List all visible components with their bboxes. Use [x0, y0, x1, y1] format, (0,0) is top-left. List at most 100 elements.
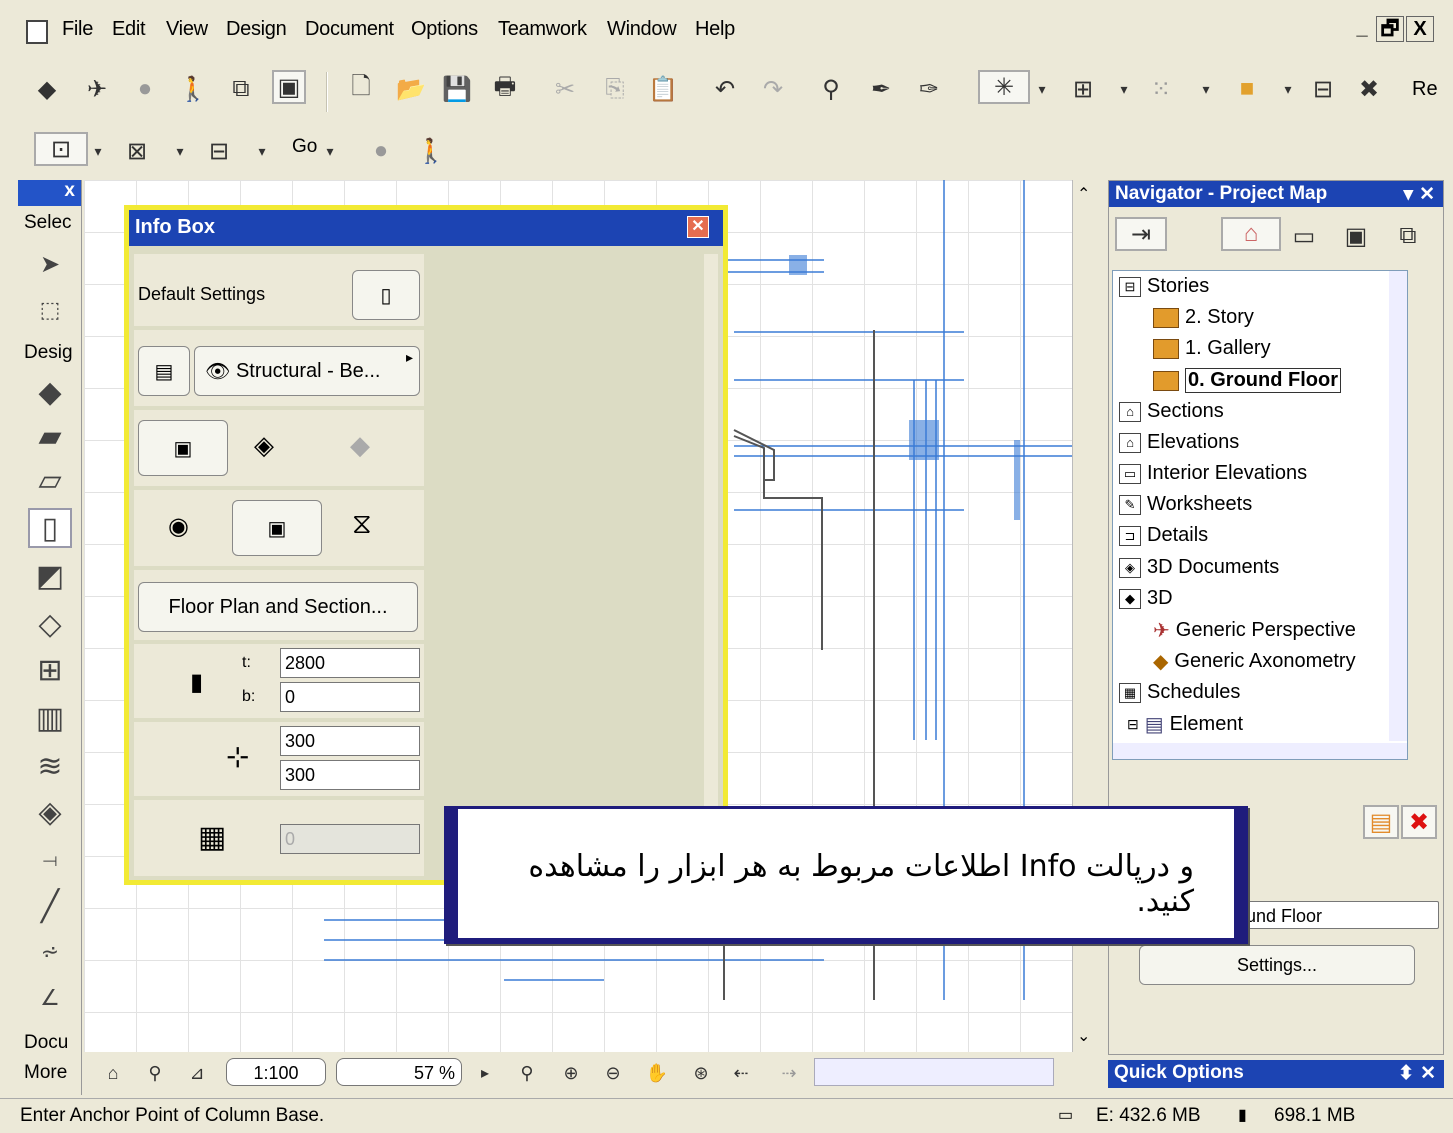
- top-offset-input[interactable]: 2800: [280, 648, 420, 678]
- eyedropper-icon[interactable]: ✒: [864, 72, 898, 106]
- construction-grid-icon[interactable]: ⁙: [1144, 72, 1178, 106]
- layer-selector[interactable]: 👁 Structural - Be... ▸: [194, 346, 420, 396]
- anchor-slant-icon[interactable]: ◆: [350, 430, 370, 461]
- arrow-tool-icon[interactable]: ➤: [28, 244, 72, 284]
- menu-help[interactable]: Help: [695, 18, 735, 41]
- tree-item-stories[interactable]: ⊟ Stories: [1119, 275, 1209, 298]
- slab-tool-icon[interactable]: ▰: [28, 416, 72, 456]
- menu-file[interactable]: File: [62, 18, 93, 41]
- stair-tool-icon[interactable]: ≋: [28, 746, 72, 786]
- menu-teamwork[interactable]: Teamwork: [498, 18, 587, 41]
- 3d-box-icon[interactable]: ◆: [30, 72, 64, 106]
- toolbox-close[interactable]: x: [18, 180, 81, 206]
- tree-item-generic-axonometry[interactable]: ◆ Generic Axonometry: [1153, 649, 1356, 674]
- menu-design[interactable]: Design: [226, 18, 287, 41]
- tree-item-3d-documents[interactable]: ◈ 3D Documents: [1119, 556, 1279, 579]
- app-menu-icon[interactable]: [26, 20, 48, 44]
- paste-view-icon[interactable]: ▣: [272, 70, 306, 104]
- tree-item-details[interactable]: ⊐ Details: [1119, 524, 1208, 547]
- column-settings-button[interactable]: ▯: [352, 270, 420, 320]
- menu-window[interactable]: Window: [607, 18, 677, 41]
- open-file-icon[interactable]: 📂: [394, 72, 428, 106]
- settings-button[interactable]: Settings...: [1139, 945, 1415, 985]
- tree-item-schedules[interactable]: ▦ Schedules: [1119, 681, 1240, 704]
- go-menu[interactable]: Go: [292, 136, 317, 158]
- tree-item-gallery[interactable]: 1. Gallery: [1153, 337, 1271, 360]
- next-zoom-icon[interactable]: ⇢: [772, 1056, 806, 1090]
- zoom-window-icon[interactable]: ⚲: [138, 1056, 172, 1090]
- mesh-tool-icon[interactable]: ◈: [28, 792, 72, 832]
- tree-vertical-scrollbar[interactable]: [1389, 271, 1407, 741]
- info-box-scrollbar[interactable]: [704, 254, 718, 874]
- paste-icon[interactable]: 📋: [646, 72, 680, 106]
- menu-view[interactable]: View: [166, 18, 208, 41]
- floor-plan-section-button[interactable]: Floor Plan and Section...: [138, 582, 418, 632]
- tree-item-sections[interactable]: ⌂ Sections: [1119, 400, 1224, 423]
- tree-horizontal-scrollbar[interactable]: [1113, 743, 1407, 759]
- snap-icon[interactable]: ✳: [978, 70, 1030, 104]
- shell-tool-icon[interactable]: ◇: [28, 604, 72, 644]
- dropdown-arrow-icon[interactable]: ▾: [1116, 72, 1132, 106]
- restore-button[interactable]: 🗗: [1376, 16, 1404, 42]
- scale-field[interactable]: 1:100: [226, 1058, 326, 1086]
- syringe-icon[interactable]: ✑: [912, 72, 946, 106]
- dropdown-arrow-icon[interactable]: ▾: [254, 134, 270, 168]
- depth-input[interactable]: 300: [280, 760, 420, 790]
- selected-view-field[interactable]: und Floor: [1239, 901, 1439, 929]
- find-select-icon[interactable]: ⚲: [814, 72, 848, 106]
- anchor-rotate-icon[interactable]: ◈: [254, 430, 274, 461]
- publish-icon[interactable]: ⇥: [1115, 217, 1167, 251]
- close-button[interactable]: X: [1406, 16, 1434, 42]
- play-icon[interactable]: ▸: [468, 1056, 502, 1090]
- zoom-in-out-icon[interactable]: ⚲: [510, 1056, 544, 1090]
- view-map-icon[interactable]: ▭: [1287, 219, 1321, 253]
- column-tool-icon[interactable]: ▯: [28, 508, 72, 548]
- camera-icon[interactable]: ✈: [80, 72, 114, 106]
- project-map-icon[interactable]: ⌂: [1221, 217, 1281, 251]
- save-icon[interactable]: 💾: [440, 72, 474, 106]
- walk-icon[interactable]: 🚶: [414, 134, 448, 168]
- layout-book-icon[interactable]: ▣: [1339, 219, 1373, 253]
- grid-snap-icon[interactable]: ⊞: [1066, 72, 1100, 106]
- layers-icon[interactable]: ■: [1230, 72, 1264, 106]
- anchor-center-icon[interactable]: ▣: [138, 420, 228, 476]
- print-icon[interactable]: 🖶: [488, 72, 522, 106]
- home-view-icon[interactable]: ⌂: [96, 1056, 130, 1090]
- canvas-horizontal-scrollbar[interactable]: [814, 1058, 1054, 1086]
- rectangular-column-icon[interactable]: ▣: [232, 500, 322, 556]
- dropdown-arrow-icon[interactable]: ▾: [1198, 72, 1214, 106]
- roof-tool-icon[interactable]: ◩: [28, 556, 72, 596]
- copy-icon[interactable]: ⎘: [598, 72, 632, 106]
- tree-item-elevations[interactable]: ⌂ Elevations: [1119, 431, 1239, 454]
- fit-window-icon[interactable]: ⊛: [684, 1056, 718, 1090]
- close-icon[interactable]: ✕: [687, 216, 709, 238]
- layers-icon[interactable]: ▤: [138, 346, 190, 396]
- tree-item-generic-perspective[interactable]: ✈ Generic Perspective: [1153, 618, 1356, 643]
- dimension-tool-icon[interactable]: ⟞: [28, 840, 72, 880]
- dimension-icon[interactable]: ⊟: [1306, 72, 1340, 106]
- collapse-icon[interactable]: ⊟: [1127, 716, 1139, 733]
- walk-icon[interactable]: 🚶: [176, 72, 210, 106]
- undo-icon[interactable]: ↶: [708, 72, 742, 106]
- door-tool-icon[interactable]: ▥: [28, 698, 72, 738]
- dropdown-arrow-icon[interactable]: ▾: [1280, 72, 1296, 106]
- copy-view-icon[interactable]: ⧉: [224, 72, 258, 106]
- tree-item-ground-floor[interactable]: 0. Ground Floor: [1153, 368, 1341, 393]
- menu-options[interactable]: Options: [411, 18, 478, 41]
- circular-column-icon[interactable]: ◉: [168, 512, 189, 541]
- window-tool-icon[interactable]: ⊞: [28, 650, 72, 690]
- core-input[interactable]: 0: [280, 824, 420, 854]
- dropdown-arrow-icon[interactable]: ▾: [322, 134, 338, 168]
- slanted-column-icon[interactable]: ⧖: [352, 508, 372, 541]
- wall-tool-icon[interactable]: ◆: [28, 372, 72, 412]
- line-tool-icon[interactable]: ╱: [28, 886, 72, 926]
- level-dimension-tool-icon[interactable]: ⩫: [28, 932, 72, 972]
- layout-view-icon[interactable]: ⊟: [202, 134, 236, 168]
- tree-item-element[interactable]: ⊟ ▤ Element: [1127, 712, 1243, 737]
- menu-document[interactable]: Document: [305, 18, 394, 41]
- menu-edit[interactable]: Edit: [112, 18, 146, 41]
- cross-icon[interactable]: ✖: [1352, 72, 1386, 106]
- plan-view-icon[interactable]: ⊡: [34, 132, 88, 166]
- publisher-icon[interactable]: ⧉: [1391, 219, 1425, 253]
- section-view-icon[interactable]: ⊠: [120, 134, 154, 168]
